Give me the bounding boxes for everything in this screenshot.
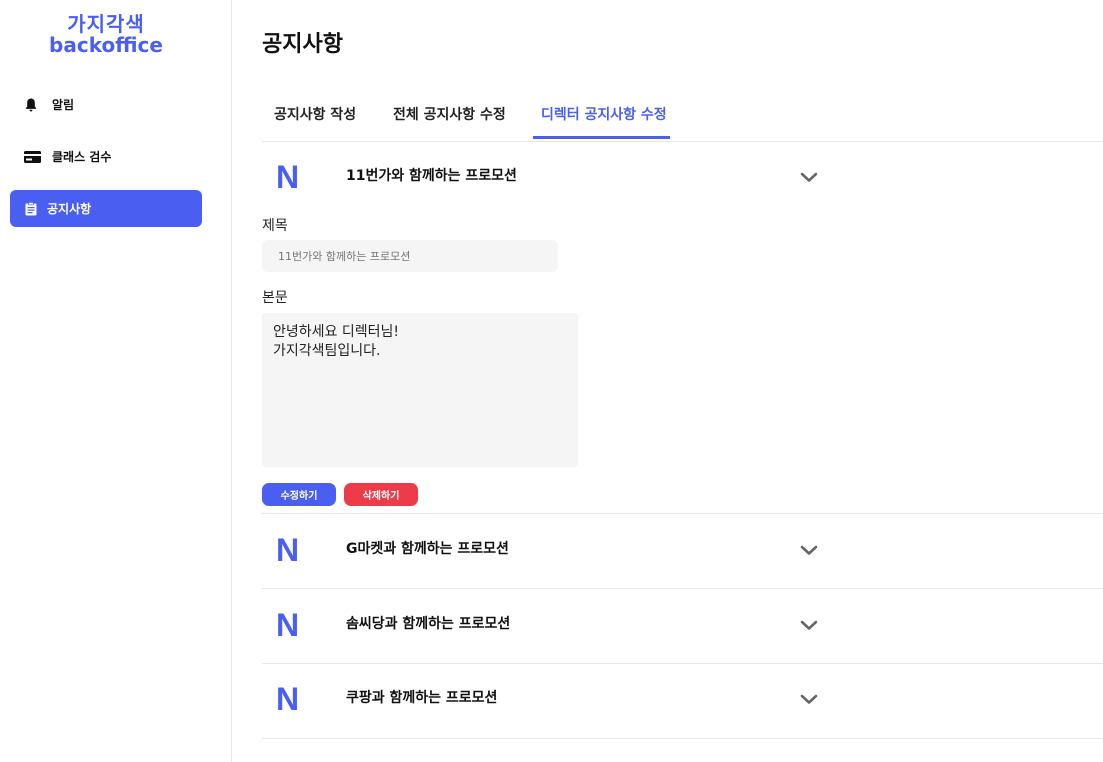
divider: [262, 738, 1103, 739]
divider: [262, 513, 1103, 514]
tab-write-notice[interactable]: 공지사항 작성: [274, 104, 356, 124]
notice-item[interactable]: N 쿠팡과 함께하는 프로모션: [262, 677, 1103, 722]
active-tab-indicator: [533, 136, 670, 139]
chevron-down-icon[interactable]: [800, 171, 818, 183]
tab-edit-all-notices[interactable]: 전체 공지사항 수정: [393, 104, 506, 124]
notice-title: 11번가와 함께하는 프로모션: [346, 168, 517, 184]
divider: [262, 588, 1103, 589]
tab-edit-director-notices[interactable]: 디렉터 공지사항 수정: [541, 104, 667, 124]
clipboard-icon: [24, 201, 38, 216]
notice-title: G마켓과 함께하는 프로모션: [346, 541, 509, 557]
edit-button[interactable]: 수정하기: [262, 483, 336, 506]
sidebar-item-label: 공지사항: [47, 202, 92, 216]
sidebar-item-label: 알림: [52, 98, 75, 112]
brand-logo-backoffice[interactable]: backoffice: [0, 33, 212, 57]
notice-item[interactable]: N 11번가와 함께하는 프로모션: [262, 155, 1103, 200]
page-title: 공지사항: [262, 32, 343, 57]
new-badge: N: [276, 681, 300, 717]
delete-button[interactable]: 삭제하기: [344, 483, 418, 506]
title-label: 제목: [262, 218, 288, 234]
chevron-down-icon[interactable]: [800, 693, 818, 705]
body-textarea[interactable]: 안녕하세요 디렉터님! 가지각색팀입니다.: [262, 313, 578, 467]
notice-item[interactable]: N G마켓과 함께하는 프로모션: [262, 528, 1103, 573]
notice-title: 솜씨당과 함께하는 프로모션: [346, 616, 511, 632]
new-badge: N: [276, 532, 300, 568]
sidebar-item-notices[interactable]: 공지사항: [10, 190, 202, 227]
sidebar-item-label: 클래스 검수: [52, 150, 112, 164]
tab-bar: 공지사항 작성 전체 공지사항 수정 디렉터 공지사항 수정: [262, 96, 1103, 142]
card-icon: [24, 150, 41, 164]
sidebar: 가지각색 backoffice 알림 클래스 검수 공지사항: [0, 0, 232, 762]
new-badge: N: [276, 607, 300, 643]
chevron-down-icon[interactable]: [800, 619, 818, 631]
bell-icon: [24, 98, 38, 112]
chevron-down-icon[interactable]: [800, 544, 818, 556]
notice-item[interactable]: N 솜씨당과 함께하는 프로모션: [262, 603, 1103, 648]
sidebar-item-alerts[interactable]: 알림: [10, 86, 202, 123]
divider: [262, 663, 1103, 664]
title-input[interactable]: [262, 240, 558, 272]
sidebar-item-class-review[interactable]: 클래스 검수: [10, 138, 202, 175]
body-label: 본문: [262, 290, 288, 306]
new-badge: N: [276, 159, 300, 195]
notice-title: 쿠팡과 함께하는 프로모션: [346, 690, 498, 706]
